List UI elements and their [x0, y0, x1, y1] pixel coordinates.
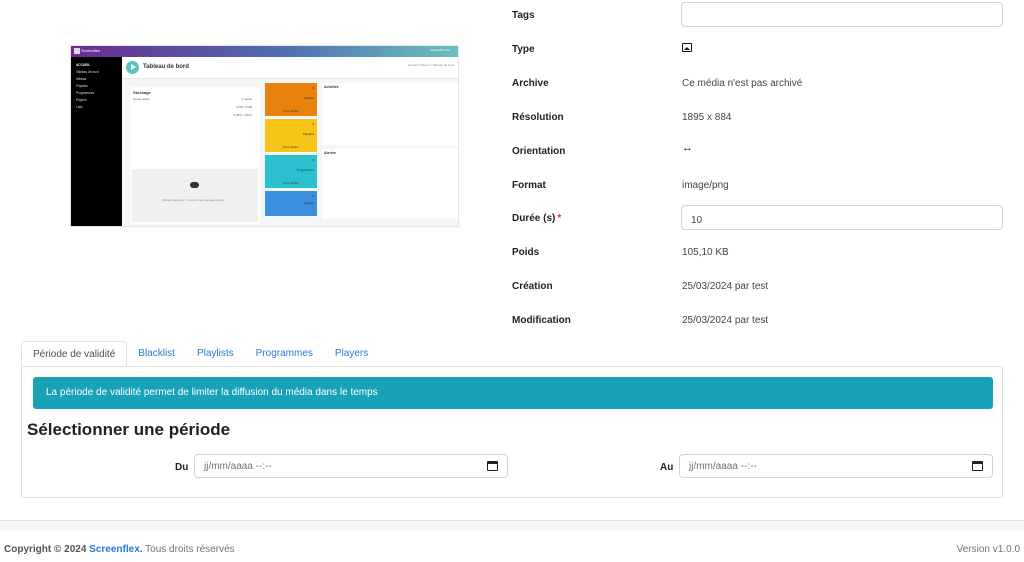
- duree-label: Durée (s) *: [512, 213, 561, 224]
- preview-activites-panel: Activités: [322, 83, 458, 145]
- calendar-icon[interactable]: [487, 461, 498, 471]
- preview-card-label: Programmes: [296, 168, 314, 172]
- preview-upload-zone: Glissez-déposez / importez un nouveau mé…: [132, 169, 258, 222]
- tags-label: Tags: [512, 10, 535, 21]
- creation-label: Création: [512, 281, 553, 292]
- preview-card-footer: Plus d'infos: [283, 109, 299, 113]
- modification-value: 25/03/2024 par test: [682, 315, 769, 326]
- section-title: Sélectionner une période: [27, 420, 231, 439]
- orientation-label: Orientation: [512, 146, 566, 157]
- preview-activites-title: Activités: [324, 85, 339, 89]
- copyright: Copyright © 2024 Screenflex. Tous droits…: [4, 544, 235, 555]
- preview-cloud-icon: [190, 182, 199, 188]
- to-date-input[interactable]: jj/mm/aaaa --:--: [679, 454, 993, 478]
- preview-stockage-line: Quota utilisé: [133, 97, 150, 101]
- horizontal-arrows-icon: ↔: [682, 142, 693, 154]
- tags-input[interactable]: [681, 2, 1003, 27]
- version-label: Version v1.0.0: [956, 544, 1020, 555]
- preview-user: Screenflex test: [430, 48, 450, 52]
- from-date-input[interactable]: jj/mm/aaaa --:--: [194, 454, 508, 478]
- preview-logo: [74, 48, 80, 54]
- poids-label: Poids: [512, 247, 540, 258]
- preview-stockage-line: 0,00% / 100%: [233, 113, 252, 117]
- image-icon: [682, 43, 692, 52]
- preview-stockage-line: 0 média: [241, 97, 252, 101]
- preview-card-count: 0: [312, 122, 314, 126]
- preview-card-count: 0: [312, 158, 314, 162]
- info-alert: La période de validité permet de limiter…: [33, 377, 993, 409]
- preview-stockage-line: 0 KB / 0 MB: [235, 105, 252, 109]
- from-label: Du: [175, 462, 189, 473]
- preview-card-label: Playlists: [302, 132, 314, 136]
- calendar-icon[interactable]: [972, 461, 983, 471]
- preview-stockage-panel: Stockage Quota utilisé 0 média 0 KB / 0 …: [130, 87, 260, 224]
- preview-sidebar-item: Players: [76, 98, 87, 102]
- media-tabs: Période de validité Blacklist Playlists …: [21, 341, 379, 367]
- preview-brand: Screenflex: [81, 48, 100, 53]
- preview-sidebar-item: Médias: [76, 77, 87, 81]
- preview-card-label: Médias: [304, 96, 314, 100]
- footer-brand-link[interactable]: Screenflex.: [89, 544, 142, 555]
- footer: Copyright © 2024 Screenflex. Tous droits…: [0, 531, 1024, 562]
- preview-sidebar-item: Programmes: [76, 91, 95, 95]
- preview-card-medias: 0 Médias Plus d'infos: [265, 83, 317, 116]
- preview-header: Tableau de bord Accueil / Players / Tabl…: [122, 57, 458, 79]
- preview-sidebar-head: ACCUEIL: [76, 63, 91, 67]
- preview-title: Tableau de bord: [143, 64, 189, 70]
- tab-playlists[interactable]: Playlists: [186, 341, 245, 367]
- preview-breadcrumb: Accueil / Players / Tableau de bord: [407, 63, 454, 67]
- preview-play-icon: [126, 61, 139, 74]
- format-label: Format: [512, 180, 546, 191]
- preview-alertes-panel: Alertes: [322, 149, 458, 219]
- preview-card-footer: Plus d'infos: [283, 181, 299, 185]
- type-label: Type: [512, 44, 535, 55]
- preview-card-count: 0: [312, 194, 314, 198]
- media-preview: Screenflex Screenflex test ACCUEIL Table…: [70, 45, 459, 227]
- poids-value: 105,10 KB: [682, 247, 729, 258]
- resolution-value: 1895 x 884: [682, 112, 732, 123]
- preview-card-players: 0 Players: [265, 191, 317, 216]
- preview-alertes-title: Alertes: [324, 151, 336, 155]
- preview-sidebar: ACCUEIL Tableau de bord Médias Playlists…: [71, 57, 122, 226]
- tab-programmes[interactable]: Programmes: [245, 341, 324, 367]
- preview-card-label: Players: [303, 201, 314, 205]
- preview-content: Tableau de bord Accueil / Players / Tabl…: [122, 57, 458, 226]
- validity-tab-pane: La période de validité permet de limiter…: [21, 366, 1003, 498]
- preview-card-footer: Plus d'infos: [283, 145, 299, 149]
- required-marker: *: [557, 213, 562, 224]
- preview-card-playlists: 0 Playlists Plus d'infos: [265, 119, 317, 152]
- duree-input[interactable]: [681, 205, 1003, 230]
- preview-sidebar-item: Playlists: [76, 84, 88, 88]
- copyright-prefix: Copyright © 2024: [4, 544, 87, 555]
- preview-upload-text: Glissez-déposez / importez un nouveau mé…: [162, 198, 224, 202]
- archive-value: Ce média n'est pas archivé: [682, 78, 803, 89]
- creation-value: 25/03/2024 par test: [682, 281, 769, 292]
- from-date-placeholder: jj/mm/aaaa --:--: [204, 461, 272, 472]
- duree-label-text: Durée (s): [512, 213, 556, 224]
- preview-topbar: Screenflex Screenflex test: [71, 46, 458, 57]
- modification-label: Modification: [512, 315, 571, 326]
- archive-label: Archive: [512, 78, 549, 89]
- to-date-placeholder: jj/mm/aaaa --:--: [689, 461, 757, 472]
- preview-sidebar-item: Lists: [76, 105, 83, 109]
- copyright-rights: Tous droits réservés: [145, 544, 235, 555]
- to-label: Au: [660, 462, 674, 473]
- format-value: image/png: [682, 180, 729, 191]
- preview-sidebar-item: Tableau de bord: [76, 70, 99, 74]
- tab-periode-validite[interactable]: Période de validité: [21, 341, 128, 367]
- tab-players[interactable]: Players: [324, 341, 379, 367]
- resolution-label: Résolution: [512, 112, 564, 123]
- footer-separator: [0, 520, 1024, 531]
- preview-card-count: 0: [312, 86, 314, 90]
- preview-stockage-title: Stockage: [133, 90, 151, 95]
- preview-card-programmes: 0 Programmes Plus d'infos: [265, 155, 317, 188]
- tab-blacklist[interactable]: Blacklist: [127, 341, 186, 367]
